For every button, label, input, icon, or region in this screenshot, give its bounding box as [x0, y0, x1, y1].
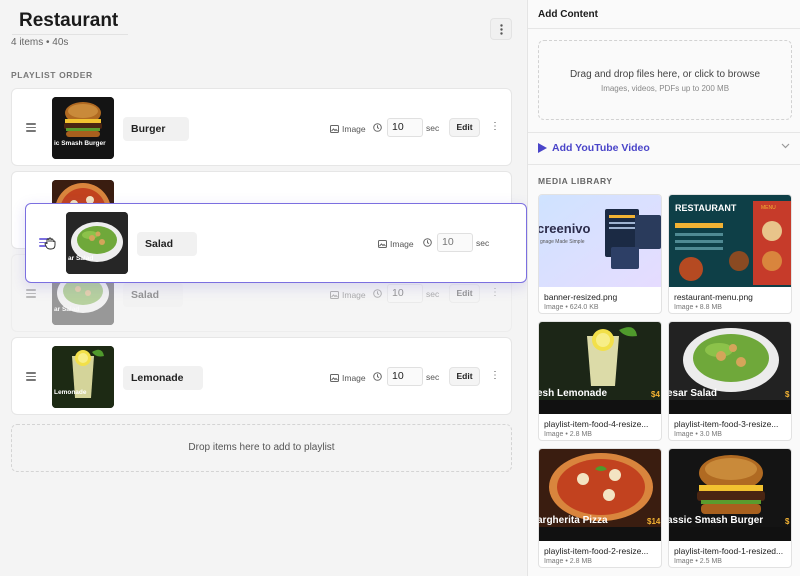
- duration-unit: sec: [426, 372, 440, 382]
- item-type: Image: [330, 373, 366, 383]
- media-file-info: Image • 624.0 KB: [544, 304, 599, 311]
- grab-cursor-icon: [44, 237, 56, 250]
- item-thumbnail: ic Smash Burger: [52, 97, 114, 159]
- upload-instructions: Drag and drop files here, or click to br…: [569, 69, 761, 80]
- media-item-food-3[interactable]: esar Salad $ playlist-item-food-3-resize…: [668, 321, 792, 441]
- media-file-info: Image • 2.8 MB: [544, 431, 592, 438]
- item-type: Image: [330, 290, 366, 300]
- edit-button[interactable]: Edit: [449, 118, 480, 137]
- playlist-summary: 4 items • 40s: [11, 37, 69, 48]
- more-vertical-icon: [499, 23, 503, 35]
- divider: [528, 164, 800, 165]
- more-vertical-icon[interactable]: ⋮: [490, 121, 500, 132]
- drag-handle-icon: [26, 289, 36, 298]
- chevron-down-icon: [781, 143, 790, 149]
- item-name-field: Salad: [123, 283, 183, 307]
- media-thumbnail: creenivo gnage Made Simple: [539, 195, 661, 287]
- media-file-name: playlist-item-food-3-resize...: [674, 419, 779, 429]
- media-file-name: playlist-item-food-2-resize...: [544, 546, 649, 556]
- edit-button: Edit: [449, 284, 480, 303]
- play-icon: [538, 143, 547, 153]
- item-name-field[interactable]: Burger: [123, 117, 189, 141]
- media-library-label: MEDIA LIBRARY: [538, 176, 613, 186]
- image-icon: [378, 240, 387, 248]
- media-file-name: playlist-item-food-4-resize...: [544, 419, 649, 429]
- media-file-info: Image • 2.8 MB: [544, 558, 592, 565]
- item-thumbnail: Lemonade: [52, 346, 114, 408]
- media-thumbnail: argherita Pizza $14: [539, 449, 661, 541]
- more-vertical-icon[interactable]: ⋮: [490, 370, 500, 381]
- media-file-name: restaurant-menu.png: [674, 292, 753, 302]
- duration-unit: sec: [426, 289, 440, 299]
- media-file-name: playlist-item-food-1-resized...: [674, 546, 784, 556]
- more-vertical-icon: ⋮: [490, 287, 500, 298]
- playlist-panel: Restaurant 4 items • 40s PLAYLIST ORDER …: [0, 0, 527, 576]
- playlist-drop-zone[interactable]: Drop items here to add to playlist: [11, 424, 512, 472]
- drag-handle-icon[interactable]: [26, 123, 36, 132]
- media-thumbnail: RESTAURANT MENU: [669, 195, 791, 287]
- item-type: Image: [330, 124, 366, 134]
- drag-handle-icon[interactable]: [26, 372, 36, 381]
- clock-icon: [373, 372, 382, 381]
- image-icon: [330, 125, 339, 133]
- media-thumbnail: esar Salad $: [669, 322, 791, 414]
- item-name-field[interactable]: Salad: [137, 232, 197, 256]
- item-type: Image: [378, 239, 414, 249]
- duration-unit: sec: [426, 123, 440, 133]
- playlist-item-burger[interactable]: ic Smash Burger Burger Image 10 sec Edit…: [11, 88, 512, 166]
- media-file-info: Image • 3.0 MB: [674, 431, 722, 438]
- media-item-food-4[interactable]: esh Lemonade $4 playlist-item-food-4-res…: [538, 321, 662, 441]
- media-file-info: Image • 8.8 MB: [674, 304, 722, 311]
- edit-button[interactable]: Edit: [449, 367, 480, 386]
- add-youtube-video-toggle[interactable]: Add YouTube Video: [528, 138, 800, 160]
- page-title: Restaurant: [19, 10, 119, 31]
- duration-input[interactable]: 10: [387, 367, 423, 386]
- image-icon: [330, 291, 339, 299]
- divider: [528, 28, 800, 29]
- media-thumbnail: assic Smash Burger $: [669, 449, 791, 541]
- clock-icon: [373, 123, 382, 132]
- upload-dropzone[interactable]: Drag and drop files here, or click to br…: [538, 40, 792, 120]
- item-thumbnail: ar Salad: [66, 212, 128, 274]
- clock-icon: [373, 289, 382, 298]
- media-file-name: banner-resized.png: [544, 292, 618, 302]
- dragging-item-salad[interactable]: ar Salad Salad Image 10 sec: [25, 203, 527, 283]
- duration-unit: sec: [476, 238, 490, 248]
- media-thumbnail: esh Lemonade $4: [539, 322, 661, 414]
- item-name-field[interactable]: Lemonade: [123, 366, 203, 390]
- add-youtube-video-label: Add YouTube Video: [552, 142, 650, 154]
- image-icon: [330, 374, 339, 382]
- section-label-playlist-order: PLAYLIST ORDER: [11, 70, 93, 80]
- duration-input[interactable]: 10: [387, 118, 423, 137]
- add-content-panel: Add Content Drag and drop files here, or…: [527, 0, 800, 576]
- media-item-food-2[interactable]: argherita Pizza $14 playlist-item-food-2…: [538, 448, 662, 568]
- duration-input: 10: [387, 284, 423, 303]
- media-file-info: Image • 2.5 MB: [674, 558, 722, 565]
- clock-icon: [423, 238, 432, 247]
- divider: [528, 132, 800, 133]
- add-content-title: Add Content: [538, 9, 598, 20]
- title-divider: [12, 34, 128, 35]
- media-item-food-1[interactable]: assic Smash Burger $ playlist-item-food-…: [668, 448, 792, 568]
- duration-input[interactable]: 10: [437, 233, 473, 252]
- playlist-item-lemonade[interactable]: Lemonade Lemonade Image 10 sec Edit ⋮: [11, 337, 512, 415]
- upload-limits: Images, videos, PDFs up to 200 MB: [600, 84, 730, 93]
- more-options-button[interactable]: [490, 18, 512, 40]
- media-item-banner[interactable]: creenivo gnage Made Simple banner-resize…: [538, 194, 662, 314]
- media-item-restaurant-menu[interactable]: RESTAURANT MENU restaurant-menu.png Imag…: [668, 194, 792, 314]
